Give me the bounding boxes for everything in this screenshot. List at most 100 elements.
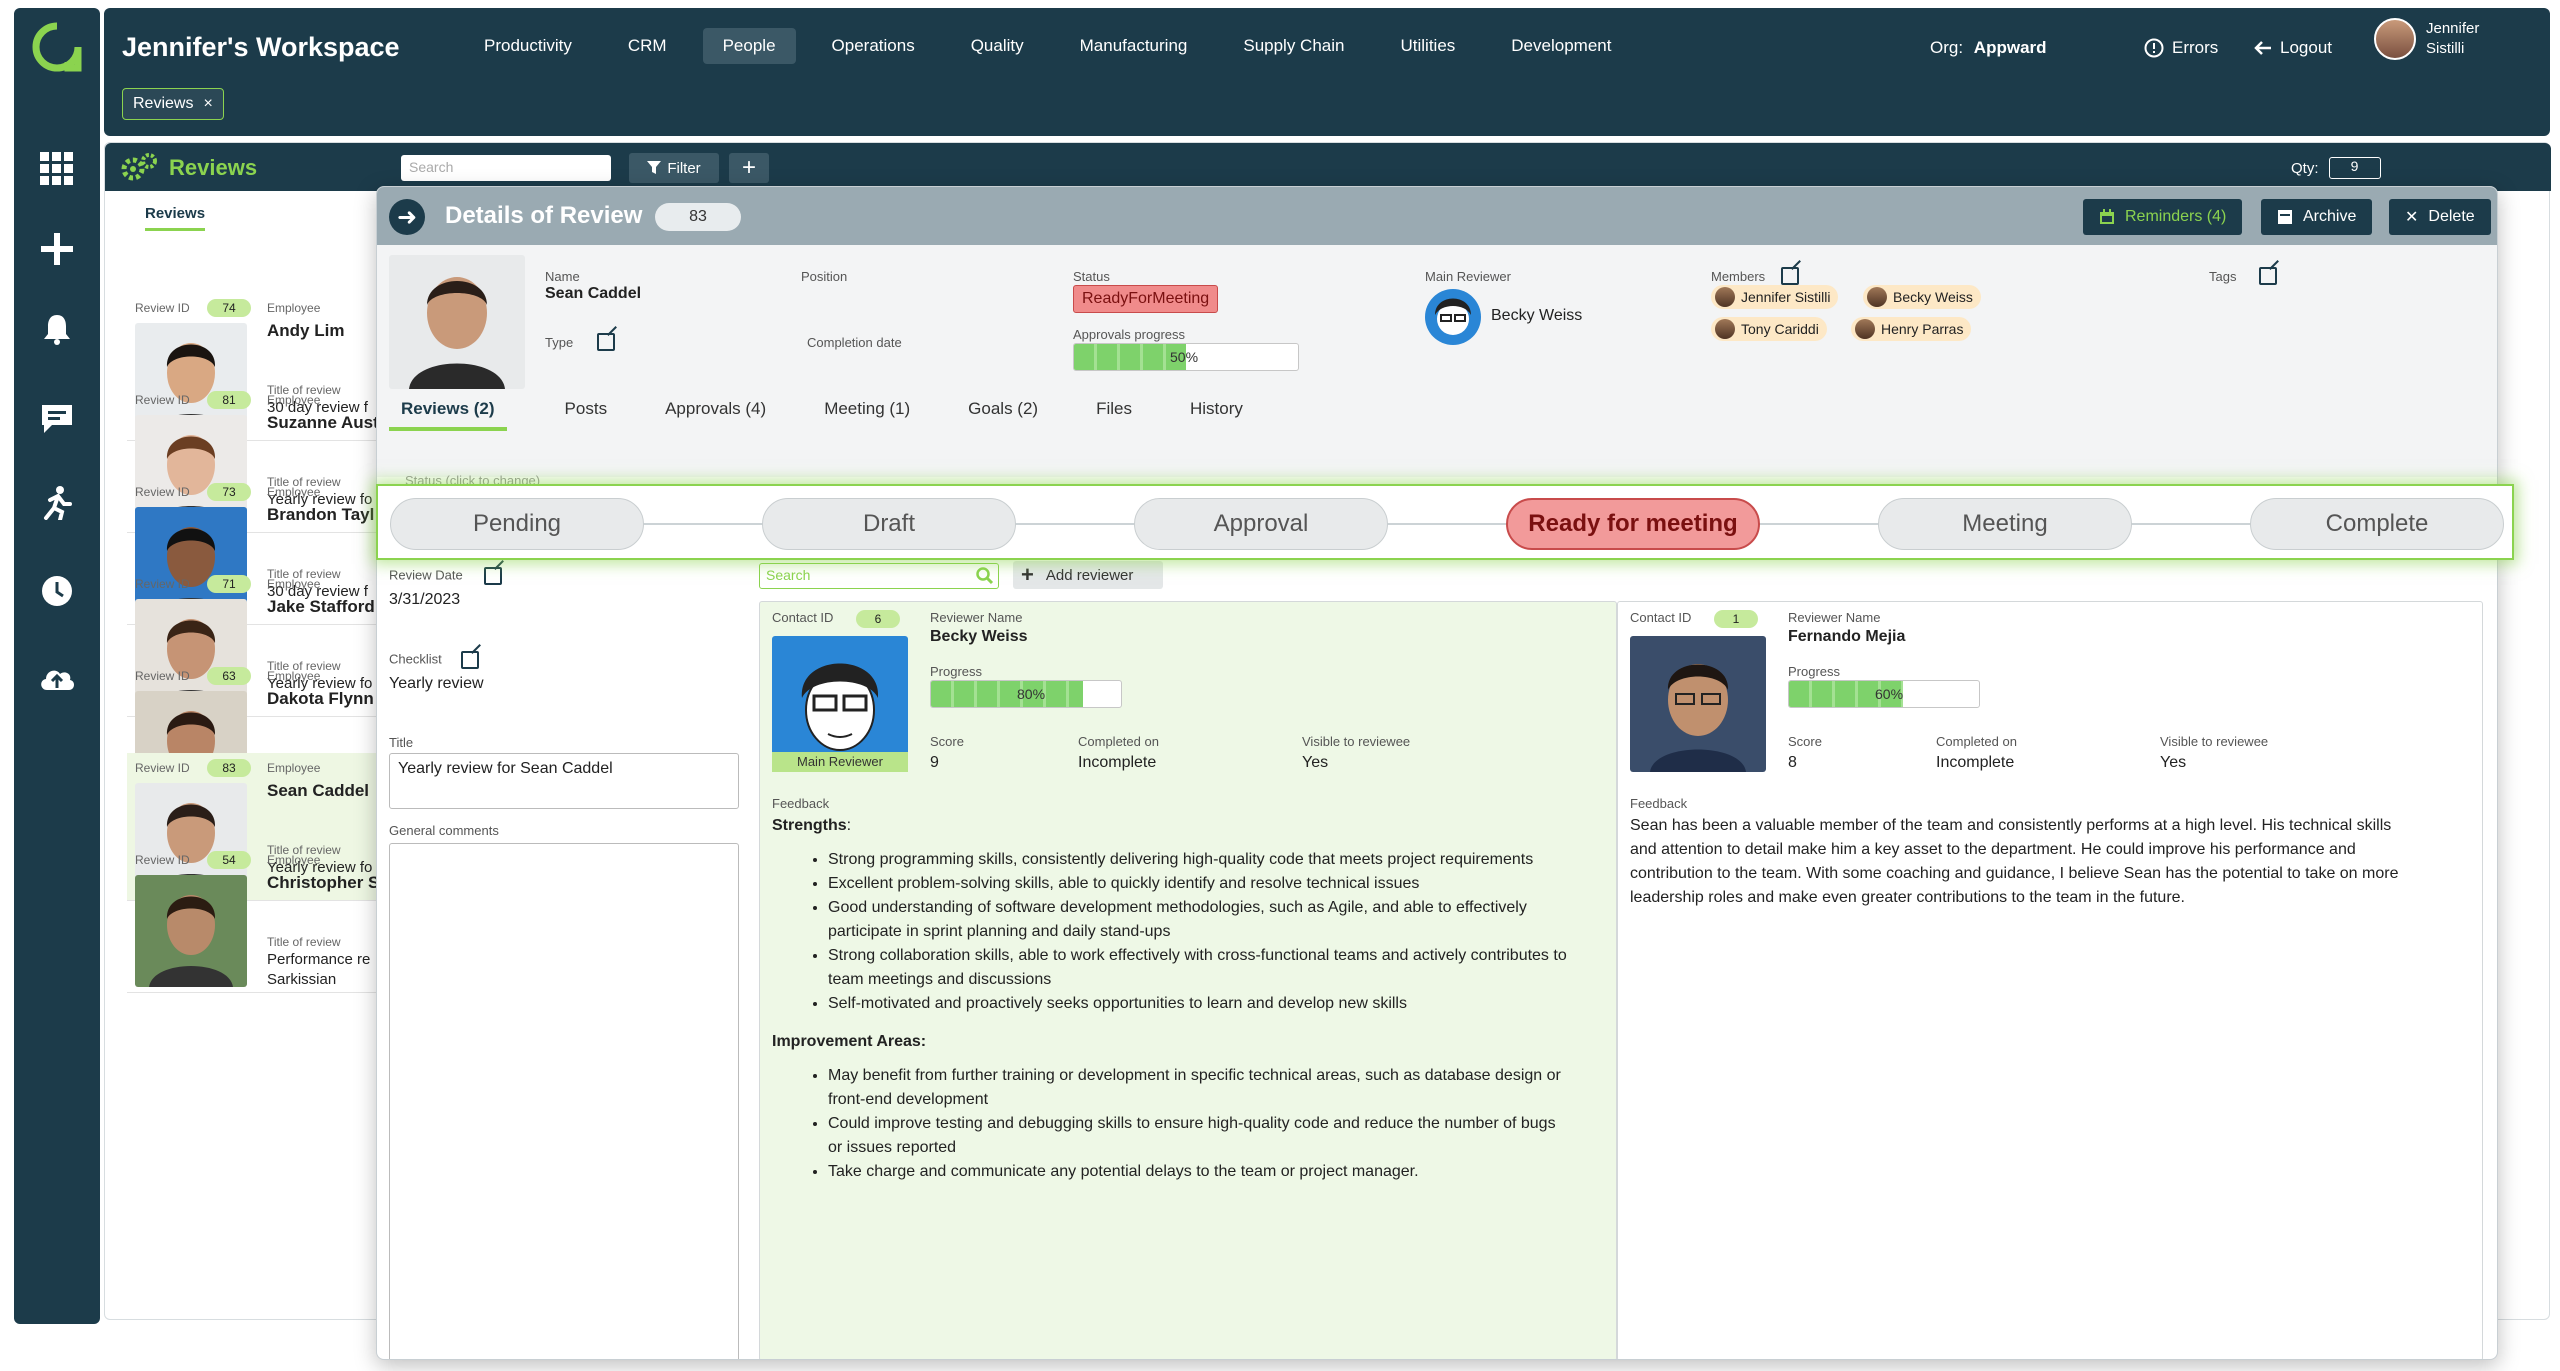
completed-on-value: Incomplete [1078,754,1157,771]
employee-name: Suzanne Aust [267,413,379,432]
bell-icon[interactable] [38,310,76,348]
title-label: Title [389,735,414,750]
tab-goals[interactable]: Goals (2) [968,395,1038,431]
stage-draft[interactable]: Draft [762,498,1016,550]
stage-ready-for-meeting[interactable]: Ready for meeting [1506,498,1760,550]
checklist-value: Yearly review [389,675,484,692]
reviews-search-input[interactable]: Search [401,155,611,181]
archive-button[interactable]: Archive [2261,199,2373,235]
edit-review-date-icon[interactable] [484,567,503,585]
apps-grid-icon[interactable] [38,150,76,188]
workspace-title: Jennifer's Workspace [122,32,400,62]
list-tab-reviews[interactable]: Reviews [145,205,206,231]
detail-header: ➜ Details of Review 83 Reminders (4) Arc… [377,187,2497,245]
tab-posts[interactable]: Posts [565,395,608,431]
reviewer-search-input[interactable]: Search [759,563,999,589]
feedback-label: Feedback [772,796,830,811]
stage-complete[interactable]: Complete [2250,498,2504,550]
general-comments-field[interactable] [389,843,739,1359]
stage-approval[interactable]: Approval [1134,498,1388,550]
errors-link[interactable]: Errors [2144,38,2218,58]
nav-crm[interactable]: CRM [608,28,687,64]
general-comments-label: General comments [389,823,499,838]
tab-files[interactable]: Files [1096,395,1132,431]
edit-type-icon[interactable] [597,333,615,351]
org-indicator: Org: Appward [1930,38,2047,58]
improvement-item: Take charge and communicate any potentia… [828,1160,1572,1184]
employee-label: Employee [267,761,321,775]
completed-on-label: Completed on [1078,734,1159,749]
back-arrow-icon[interactable]: ➜ [389,199,425,235]
employee-name: Brandon Tayl [267,505,375,524]
reviewer-progress-text: 60% [1875,686,1904,702]
feedback-text[interactable]: Strengths: Strong programming skills, co… [772,814,1572,1184]
tab-history[interactable]: History [1190,395,1243,431]
tab-meeting[interactable]: Meeting (1) [824,395,910,431]
reminders-button[interactable]: Reminders (4) [2083,199,2243,235]
add-review-button[interactable]: + [729,153,769,183]
stage-meeting[interactable]: Meeting [1878,498,2132,550]
logout-link[interactable]: Logout [2254,38,2332,58]
add-reviewer-button[interactable]: + Add reviewer [1013,561,1163,589]
edit-checklist-icon[interactable] [461,651,480,669]
reviews-page-header: Reviews Search Filter + Qty: 9 [105,143,2551,191]
nav-development[interactable]: Development [1491,28,1631,64]
employee-name: Jake Stafford [267,597,375,616]
review-id-badge: 63 [207,667,251,685]
tab-reviews[interactable]: Reviews (2) [389,395,507,431]
nav-manufacturing[interactable]: Manufacturing [1060,28,1208,64]
open-tab-chip-reviews[interactable]: Reviews × [122,88,224,120]
review-list-item[interactable]: Review ID 54 Employee Christopher S Title of… [127,845,387,993]
title-field[interactable]: Yearly review for Sean Caddel [389,753,739,809]
filter-button[interactable]: Filter [629,153,719,183]
member-chip[interactable]: Tony Cariddi [1711,317,1827,341]
status-badge[interactable]: ReadyForMeeting [1073,285,1219,313]
org-value[interactable]: Appward [1974,38,2047,57]
edit-members-icon[interactable] [1781,267,1799,285]
filter-label: Filter [667,159,701,177]
feedback-text[interactable]: Sean has been a valuable member of the t… [1630,814,2410,910]
clock-icon[interactable] [38,572,76,610]
reminders-label: Reminders (4) [2125,208,2227,225]
member-chip[interactable]: Jennifer Sistilli [1711,285,1839,309]
checklist-label-text: Checklist [389,651,442,667]
employee-label: Employee [267,393,321,407]
nav-quality[interactable]: Quality [951,28,1044,64]
chat-icon[interactable] [38,400,76,438]
employee-label: Employee [267,577,321,591]
nav-supply-chain[interactable]: Supply Chain [1223,28,1364,64]
appward-logo-icon[interactable] [32,22,82,72]
member-name: Henry Parras [1881,321,1964,337]
review-date-label: Review Date [389,567,739,585]
member-avatar [1715,287,1735,307]
nav-utilities[interactable]: Utilities [1380,28,1475,64]
review-date-value: 3/31/2023 [389,591,461,608]
nav-people[interactable]: People [702,28,796,64]
nav-productivity[interactable]: Productivity [464,28,592,64]
nav-operations[interactable]: Operations [812,28,935,64]
activity-icon[interactable] [38,484,76,522]
logout-label: Logout [2280,38,2332,57]
review-id-badge: 74 [207,299,251,317]
cloud-upload-icon[interactable] [38,658,76,696]
qty-label: Qty: [2291,159,2319,177]
edit-tags-icon[interactable] [2259,267,2277,285]
member-chip[interactable]: Henry Parras [1851,317,1972,341]
user-menu[interactable]: Jennifer Sistilli [2374,18,2496,60]
members-label: Members [1711,269,1766,284]
chip-close-icon[interactable]: × [203,95,212,113]
plus-icon[interactable] [38,230,76,268]
review-title: Performance re [267,951,371,968]
stage-pending[interactable]: Pending [390,498,644,550]
completed-on-label: Completed on [1936,734,2017,749]
title-of-review-label: Title of review [267,935,341,949]
visible-value: Yes [1302,754,1329,771]
status-stepper: Pending Draft Approval Ready for meeting Mee… [376,484,2514,560]
tab-approvals[interactable]: Approvals (4) [665,395,766,431]
top-bar: Jennifer's Workspace Productivity CRM Pe… [104,8,2550,136]
delete-button[interactable]: ✕ Delete [2389,199,2491,235]
visible-label: Visible to reviewee [2160,734,2269,749]
member-chip[interactable]: Becky Weiss [1863,285,1981,309]
main-reviewer-avatar [1425,289,1481,345]
user-first-name: Jennifer [2426,20,2480,37]
